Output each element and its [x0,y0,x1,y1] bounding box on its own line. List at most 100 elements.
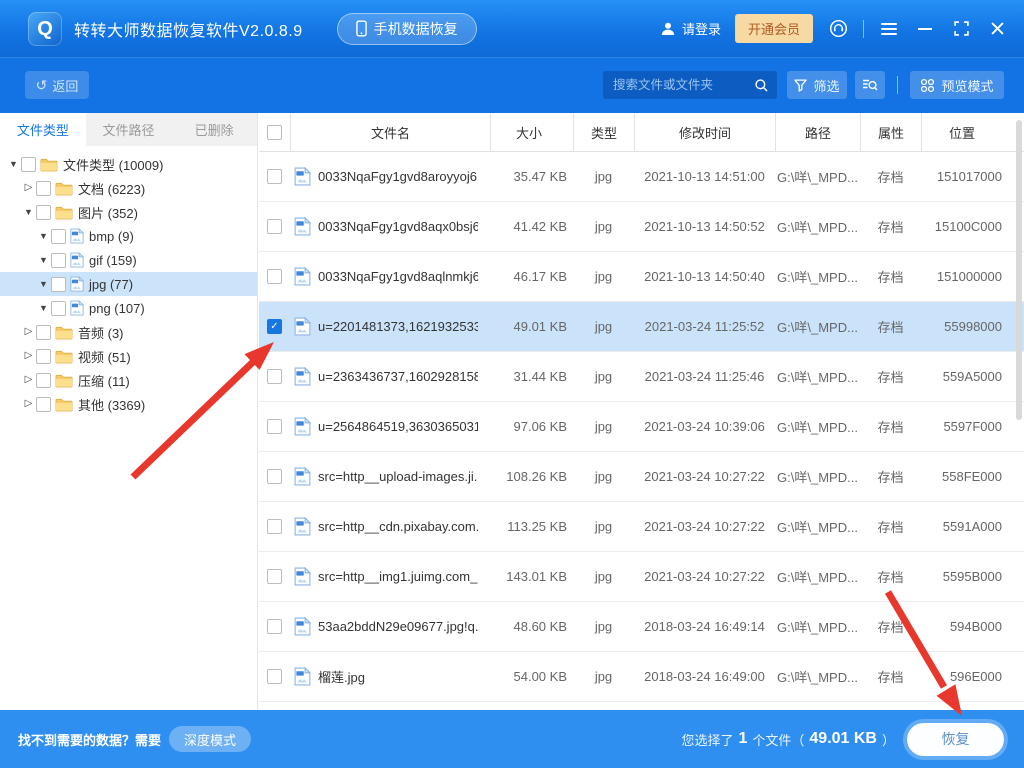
expand-arrow-icon[interactable] [23,327,34,337]
row-checkbox[interactable] [267,369,282,384]
table-row[interactable]: 0033NqaFgy1gvd8aroyyoj6... 35.47 KB jpg … [259,152,1024,202]
column-header[interactable]: 修改时间 [634,113,775,151]
file-attr: 存档 [877,420,904,435]
expand-arrow-icon[interactable] [38,304,49,313]
search-input[interactable] [611,77,754,93]
column-header[interactable]: 属性 [860,113,921,151]
file-name: 0033NqaFgy1gvd8aqlnmkj6... [318,269,478,284]
phone-recovery-button[interactable]: 手机数据恢复 [336,12,477,45]
row-checkbox[interactable] [267,169,282,184]
table-row[interactable]: src=http__cdn.pixabay.com... 113.25 KB j… [259,502,1024,552]
preview-mode-button[interactable]: 预览模式 [910,71,1004,99]
table-row[interactable]: 53aa2bddN29e09677.jpg!q... 48.60 KB jpg … [259,602,1024,652]
expand-arrow-icon[interactable] [38,232,49,241]
open-vip-button[interactable]: 开通会员 [734,14,813,43]
expand-arrow-icon[interactable] [38,280,49,289]
tree-checkbox[interactable] [36,348,51,364]
app-title: 转转大师数据恢复软件V2.0.8.9 [74,22,303,40]
select-all-cell [259,113,290,151]
row-checkbox[interactable] [267,619,282,634]
row-checkbox[interactable] [267,569,282,584]
table-row[interactable]: 0033NqaFgy1gvd8aqlnmkj6... 46.17 KB jpg … [259,252,1024,302]
grid-icon [920,78,935,93]
tree-item-label: 视频 (51) [78,349,131,365]
expand-arrow-icon[interactable] [23,399,34,409]
minimize-button[interactable] [914,18,936,40]
expand-arrow-icon[interactable] [23,183,34,193]
vertical-scrollbar[interactable] [1016,116,1022,706]
row-checkbox[interactable] [267,669,282,684]
tree-checkbox[interactable] [51,276,66,292]
table-row[interactable]: u=2363436737,1602928158,... 31.44 KB jpg… [259,352,1024,402]
tree-item[interactable]: 音频 (3) [0,320,257,344]
tree-item[interactable]: 压缩 (11) [0,368,257,392]
column-header[interactable]: 文件名 [290,113,490,151]
tree-checkbox[interactable] [51,228,66,244]
search-box[interactable] [603,71,777,99]
row-checkbox[interactable] [267,269,282,284]
file-name: src=http__cdn.pixabay.com... [318,519,478,534]
tree-item[interactable]: png (107) [0,296,257,320]
tree-item[interactable]: bmp (9) [0,224,257,248]
tree-item[interactable]: 文档 (6223) [0,176,257,200]
column-header[interactable]: 类型 [573,113,634,151]
expand-arrow-icon[interactable] [23,375,34,385]
scrollbar-thumb[interactable] [1016,120,1022,420]
row-checkbox[interactable] [267,469,282,484]
tree-checkbox[interactable] [21,156,36,172]
sidebar-tab[interactable]: 文件类型 [0,113,86,146]
close-button[interactable] [986,18,1008,40]
file-name: u=2363436737,1602928158,... [318,369,478,384]
column-header[interactable]: 路径 [775,113,860,151]
select-all-checkbox[interactable] [267,124,282,140]
filter-button[interactable]: 筛选 [787,71,847,99]
folder-icon [55,373,73,388]
tree-checkbox[interactable] [36,396,51,412]
expand-arrow-icon[interactable] [23,351,34,361]
tree-item[interactable]: jpg (77) [0,272,257,296]
expand-arrow-icon[interactable] [8,160,19,169]
row-checkbox[interactable] [267,519,282,534]
tree-item[interactable]: 其他 (3369) [0,392,257,416]
tree-checkbox[interactable] [36,180,51,196]
recover-button[interactable]: 恢复 [907,722,1004,756]
result-filter-button[interactable] [855,71,885,99]
column-header[interactable]: 大小 [490,113,573,151]
tree-checkbox[interactable] [36,204,51,220]
table-row[interactable]: u=2201481373,1621932533,... 49.01 KB jpg… [259,302,1024,352]
tree-checkbox[interactable] [51,252,66,268]
search-icon[interactable] [754,78,769,93]
maximize-button[interactable] [950,18,972,40]
sidebar-tab[interactable]: 已删除 [171,113,257,146]
tree-checkbox[interactable] [36,324,51,340]
table-row[interactable]: 0033NqaFgy1gvd8aqx0bsj6... 41.42 KB jpg … [259,202,1024,252]
sidebar-tabs: 文件类型 文件路径 已删除 [0,113,257,146]
expand-arrow-icon[interactable] [38,256,49,265]
tree-item[interactable]: 文件类型 (10009) [0,152,257,176]
table-row[interactable]: 榴莲.jpg 54.00 KB jpg 2018-03-24 16:49:00 … [259,652,1024,702]
tree-checkbox[interactable] [36,372,51,388]
expand-arrow-icon[interactable] [23,208,34,217]
tree-item[interactable]: 图片 (352) [0,200,257,224]
tree-item[interactable]: gif (159) [0,248,257,272]
menu-button[interactable] [878,18,900,40]
deep-mode-button[interactable]: 深度模式 [169,726,252,752]
sidebar-tab[interactable]: 文件路径 [86,113,172,146]
column-header[interactable]: 位置 [921,113,1014,151]
back-button[interactable]: ↺ 返回 [25,71,89,99]
table-row[interactable]: src=http__img1.juimg.com_... 143.01 KB j… [259,552,1024,602]
row-checkbox[interactable] [267,419,282,434]
table-row[interactable]: u=2564864519,3630365031,... 97.06 KB jpg… [259,402,1024,452]
file-path: G:\咩\_MPD... [777,370,858,385]
table-row[interactable]: src=http__upload-images.ji... 108.26 KB … [259,452,1024,502]
folder-icon [55,181,73,196]
file-location: 151000000 [936,269,1002,284]
file-name: 0033NqaFgy1gvd8aqx0bsj6... [318,219,478,234]
row-checkbox[interactable] [267,319,282,334]
tree-item[interactable]: 视频 (51) [0,344,257,368]
customer-service-button[interactable] [827,18,849,40]
tree-checkbox[interactable] [51,300,66,316]
row-checkbox[interactable] [267,219,282,234]
file-modified-time: 2021-03-24 10:27:22 [644,569,765,584]
login-button[interactable]: 请登录 [660,19,721,38]
